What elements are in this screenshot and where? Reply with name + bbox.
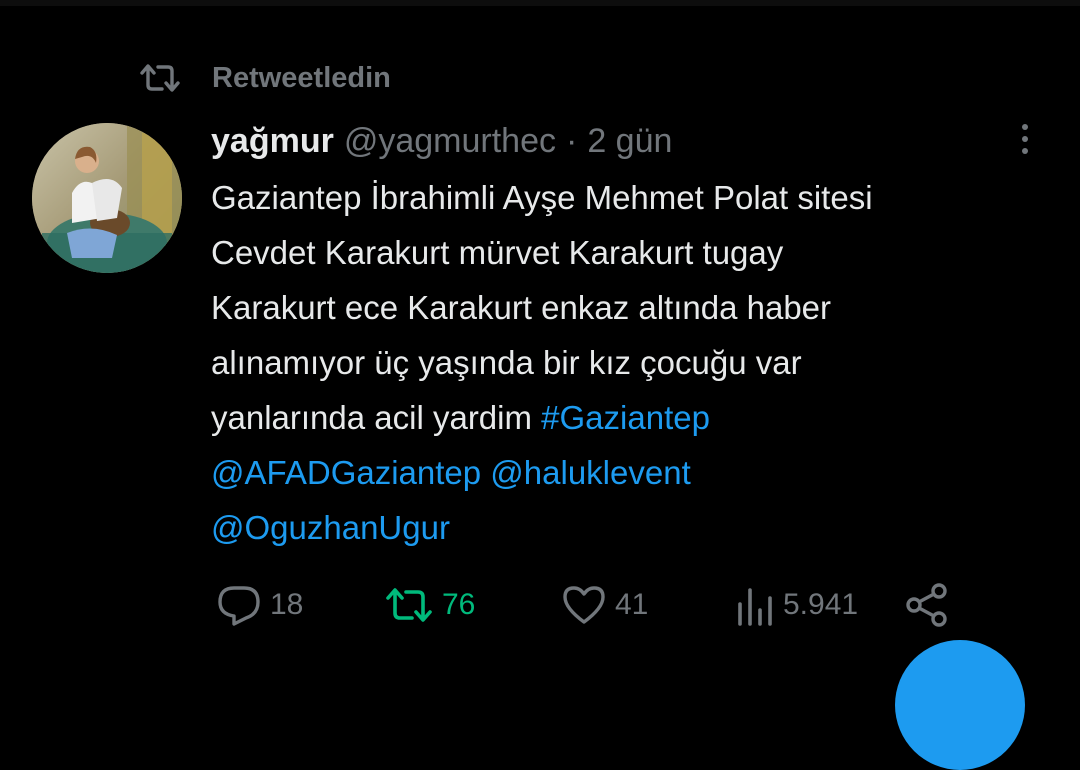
reply-button[interactable]: 18 [216, 580, 303, 630]
hashtag-link[interactable]: #Gaziantep [541, 399, 710, 436]
tweet-text-line: Cevdet Karakurt mürvet Karakurt tugay [211, 234, 784, 271]
retweet-context: Retweetledin [138, 58, 391, 98]
author-handle[interactable]: @yagmurthec [344, 122, 556, 161]
top-divider [0, 0, 1080, 6]
like-count: 41 [615, 588, 649, 621]
author-display-name[interactable]: yağmur [211, 122, 334, 161]
share-icon [904, 582, 950, 628]
retweet-icon [138, 63, 182, 93]
heart-icon [561, 584, 607, 626]
reply-icon [216, 584, 262, 626]
mention-link[interactable]: @OguzhanUgur [211, 509, 450, 546]
tweet-header: yağmur @yagmurthec · 2 gün [211, 120, 672, 162]
mentions-line: @OguzhanUgur [211, 500, 1051, 555]
mention-link[interactable]: @AFADGaziantep [211, 454, 481, 491]
avatar[interactable] [32, 123, 182, 273]
tweet-text-line-with-hashtag: yanlarında acil yardim #Gaziantep [211, 390, 1051, 445]
avatar-photo [32, 123, 182, 273]
views-count: 5.941 [783, 588, 859, 621]
tweet-text-line: Gaziantep İbrahimli Ayşe Mehmet Polat si… [211, 179, 873, 216]
tweet-timestamp[interactable]: 2 gün [587, 122, 672, 161]
more-dots-icon [1022, 124, 1028, 130]
views-button[interactable]: 5.941 [735, 580, 858, 630]
more-dot [1022, 148, 1028, 154]
tweet-actions: 18 76 41 5.941 [0, 580, 1080, 630]
more-dot [1022, 136, 1028, 142]
tweet-text-line: Karakurt ece Karakurt enkaz altında habe… [211, 289, 832, 326]
retweet-context-label: Retweetledin [212, 61, 391, 94]
tweet-text: Gaziantep İbrahimli Ayşe Mehmet Polat si… [211, 170, 1051, 555]
retweet-icon [384, 585, 434, 625]
reply-count: 18 [270, 588, 304, 621]
mentions-line: @AFADGaziantep @haluklevent [211, 445, 1051, 500]
header-separator: · [565, 121, 578, 160]
compose-tweet-button[interactable] [895, 640, 1025, 770]
views-icon [735, 584, 775, 626]
retweet-count: 76 [442, 588, 476, 621]
tweet-text-line: yanlarında acil yardim [211, 399, 532, 436]
tweet-text-line: alınamıyor üç yaşında bir kız çocuğu var [211, 344, 802, 381]
share-button[interactable] [904, 580, 950, 630]
mention-link[interactable]: @haluklevent [490, 454, 690, 491]
more-options-button[interactable] [1008, 118, 1042, 160]
retweet-button[interactable]: 76 [384, 580, 475, 630]
like-button[interactable]: 41 [561, 580, 648, 630]
